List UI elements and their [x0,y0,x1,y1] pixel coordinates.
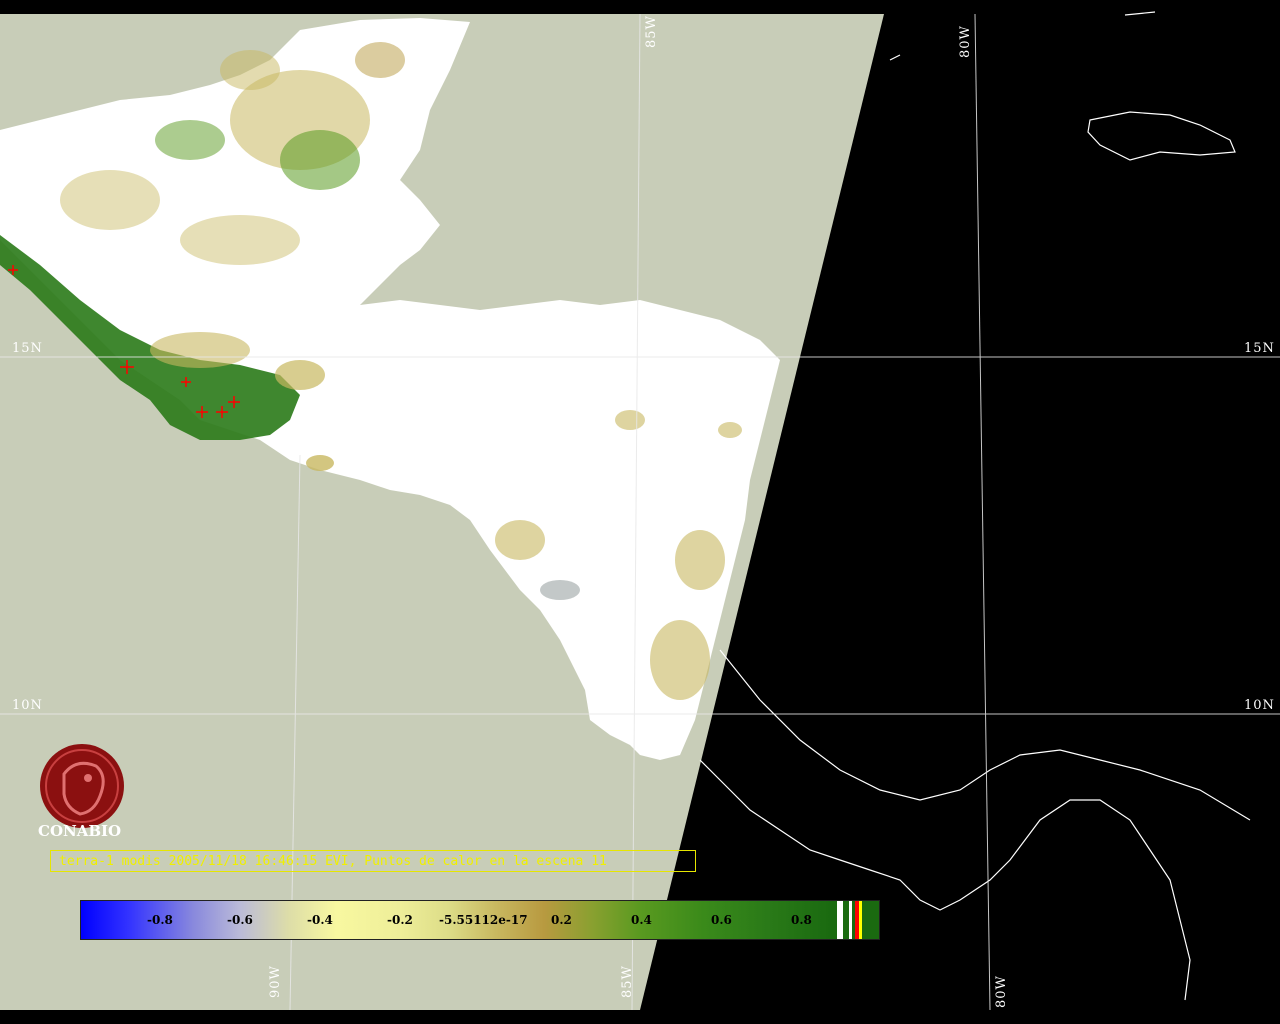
colorbar-label: -0.6 [227,913,253,927]
colorbar-label: 0.8 [791,913,812,927]
logo-text: CONABIO [38,822,122,840]
lon-label-85w-top: 85W [644,15,659,48]
colorbar-label: -0.8 [147,913,173,927]
lon-label-80w-bottom: 80W [994,975,1009,1008]
lat-label-15n-left: 15N [12,341,43,356]
colorbar-label: -5.55112e-17 [439,913,528,927]
colorbar-label: -0.4 [307,913,333,927]
lat-label-10n-right: 10N [1244,698,1275,713]
lon-label-90w-bottom: 90W [268,965,283,998]
colorbar-white-swatch [849,901,852,939]
colorbar-label: 0.2 [551,913,572,927]
lat-label-10n-left: 10N [12,698,43,713]
colorbar-label: 0.4 [631,913,652,927]
colorbar-yellow-swatch [859,901,862,939]
evi-colorbar: -0.8 -0.6 -0.4 -0.2 -5.55112e-17 0.2 0.4… [80,900,880,940]
scene-caption: terra-1 modis 2005/11/18 16:46:15 EVI, P… [50,850,696,872]
lat-label-15n-right: 15N [1244,341,1275,356]
lon-label-80w-top: 80W [958,25,973,58]
lon-label-85w-bottom: 85W [620,965,635,998]
colorbar-label: 0.6 [711,913,732,927]
colorbar-cloud-swatch [837,901,843,939]
colorbar-label: -0.2 [387,913,413,927]
map-viewer: 15N 15N 10N 10N 85W 80W 90W 85W 80W CONA… [0,0,1280,1024]
